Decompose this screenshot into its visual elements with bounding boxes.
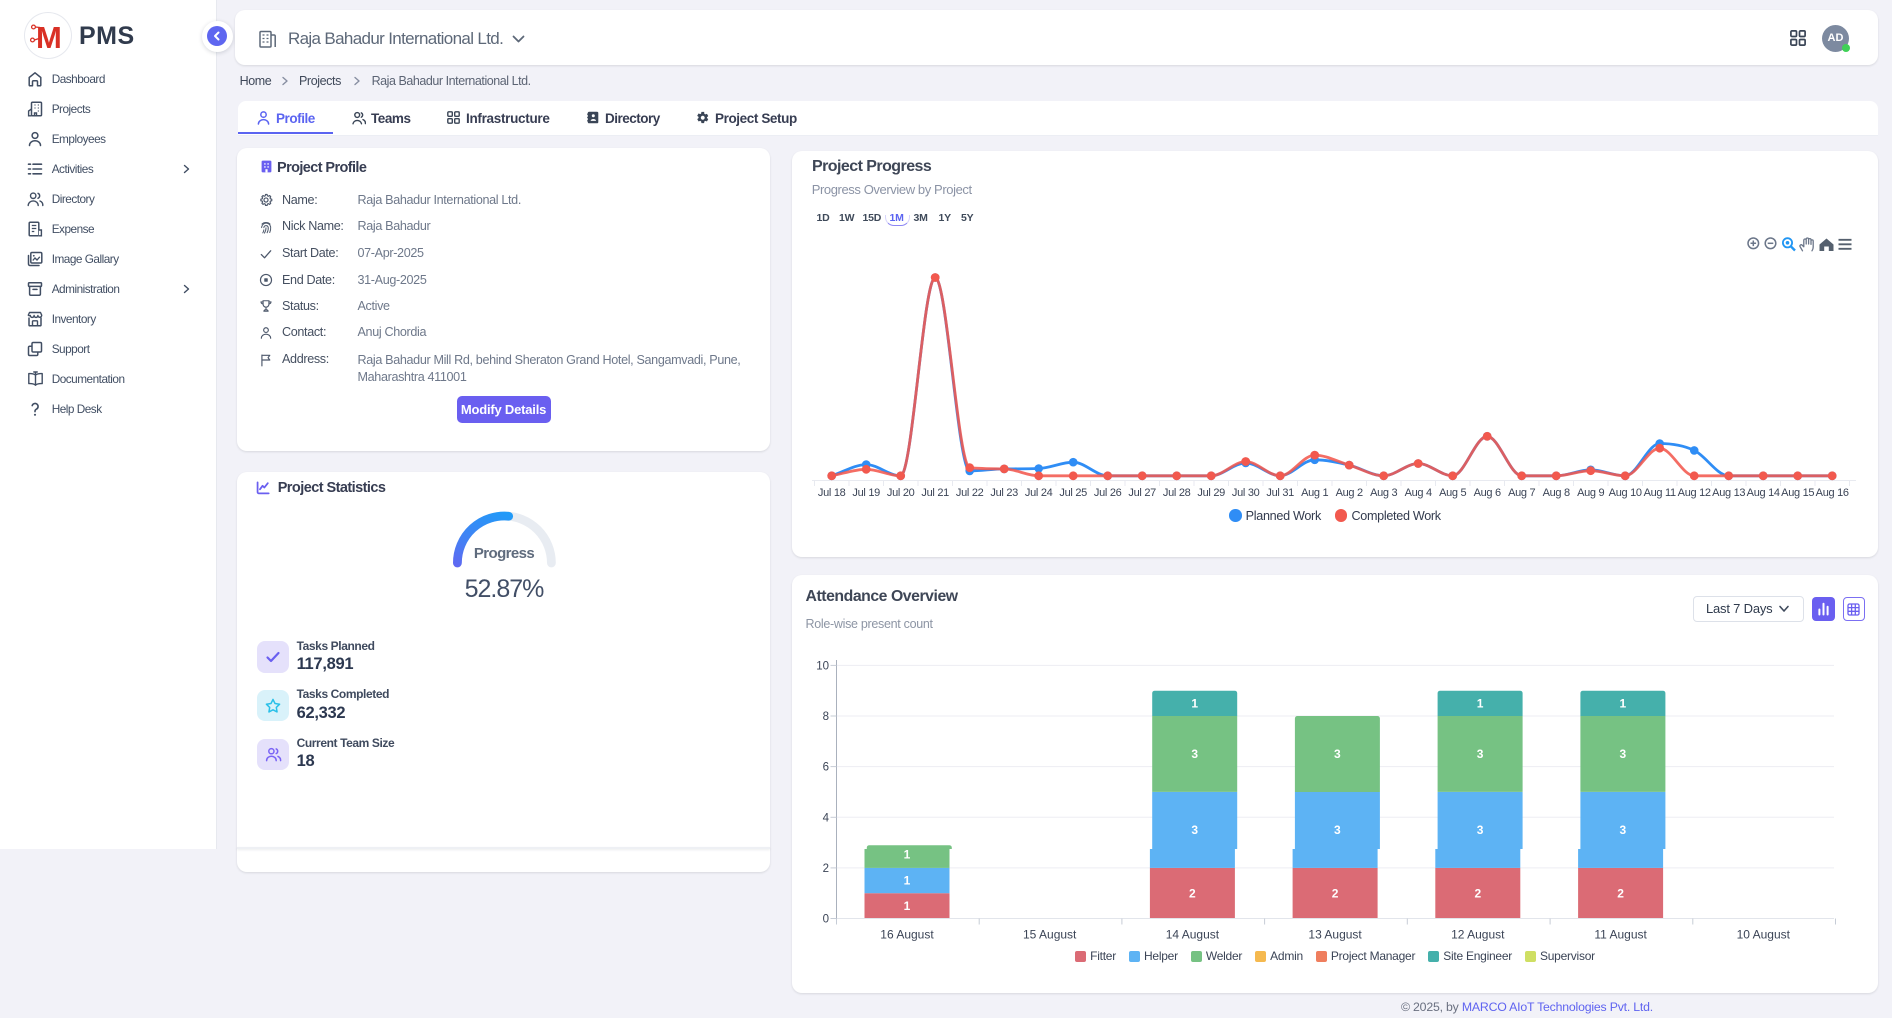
svg-text:3: 3: [1477, 747, 1484, 761]
svg-text:Aug 3: Aug 3: [1370, 487, 1397, 499]
svg-text:Aug 12: Aug 12: [1678, 487, 1711, 499]
svg-text:10 August: 10 August: [1737, 928, 1791, 942]
svg-text:Jul 29: Jul 29: [1197, 487, 1225, 499]
svg-text:2: 2: [1189, 886, 1196, 900]
svg-text:Jul 18: Jul 18: [818, 487, 846, 499]
svg-text:12 August: 12 August: [1451, 928, 1505, 942]
svg-text:Aug 1: Aug 1: [1301, 487, 1328, 499]
svg-text:Jul 26: Jul 26: [1094, 487, 1122, 499]
svg-text:Aug 5: Aug 5: [1439, 487, 1466, 499]
svg-text:Jul 19: Jul 19: [852, 487, 880, 499]
svg-text:M: M: [36, 20, 62, 55]
svg-text:2: 2: [1332, 886, 1339, 900]
svg-text:Jul 24: Jul 24: [1025, 487, 1053, 499]
svg-text:1: 1: [1191, 697, 1198, 711]
svg-text:Jul 20: Jul 20: [887, 487, 915, 499]
svg-text:13 August: 13 August: [1308, 928, 1362, 942]
svg-text:Aug 15: Aug 15: [1781, 487, 1814, 499]
svg-text:2: 2: [1617, 886, 1624, 900]
svg-text:Jul 27: Jul 27: [1128, 487, 1156, 499]
svg-text:14 August: 14 August: [1166, 928, 1220, 942]
svg-text:Aug 4: Aug 4: [1405, 487, 1432, 499]
svg-text:16 August: 16 August: [880, 928, 934, 942]
svg-text:1: 1: [904, 848, 911, 862]
svg-text:Aug 6: Aug 6: [1474, 487, 1501, 499]
svg-text:Aug 13: Aug 13: [1712, 487, 1745, 499]
svg-text:Aug 14: Aug 14: [1747, 487, 1780, 499]
svg-text:1: 1: [904, 874, 911, 888]
svg-text:Jul 21: Jul 21: [921, 487, 949, 499]
svg-text:3: 3: [1477, 823, 1484, 837]
svg-text:Jul 23: Jul 23: [990, 487, 1018, 499]
svg-text:3: 3: [1191, 747, 1198, 761]
svg-text:Jul 28: Jul 28: [1163, 487, 1191, 499]
svg-text:10: 10: [816, 660, 829, 672]
svg-text:11 August: 11 August: [1594, 928, 1647, 942]
svg-text:2: 2: [823, 863, 829, 875]
svg-text:1: 1: [904, 899, 911, 913]
svg-text:Aug 16: Aug 16: [1816, 487, 1849, 499]
svg-text:Aug 10: Aug 10: [1609, 487, 1642, 499]
svg-text:3: 3: [1334, 747, 1341, 761]
svg-text:1: 1: [1477, 697, 1484, 711]
svg-text:Aug 8: Aug 8: [1543, 487, 1570, 499]
svg-text:3: 3: [1620, 747, 1627, 761]
svg-text:0: 0: [823, 914, 829, 926]
svg-text:Jul 31: Jul 31: [1266, 487, 1294, 499]
svg-text:15 August: 15 August: [1023, 928, 1077, 942]
svg-text:1: 1: [1620, 697, 1627, 711]
svg-text:4: 4: [823, 812, 830, 824]
svg-text:3: 3: [1620, 823, 1627, 837]
svg-text:8: 8: [823, 711, 829, 723]
svg-text:3: 3: [1334, 823, 1341, 837]
svg-text:3: 3: [1191, 823, 1198, 837]
svg-text:Aug 7: Aug 7: [1508, 487, 1535, 499]
svg-text:Aug 2: Aug 2: [1336, 487, 1363, 499]
svg-text:Jul 25: Jul 25: [1059, 487, 1087, 499]
svg-text:Aug 9: Aug 9: [1577, 487, 1604, 499]
svg-text:Jul 22: Jul 22: [956, 487, 984, 499]
svg-text:Aug 11: Aug 11: [1644, 487, 1676, 499]
svg-text:2: 2: [1474, 886, 1481, 900]
svg-text:6: 6: [823, 762, 829, 774]
svg-text:Jul 30: Jul 30: [1232, 487, 1260, 499]
